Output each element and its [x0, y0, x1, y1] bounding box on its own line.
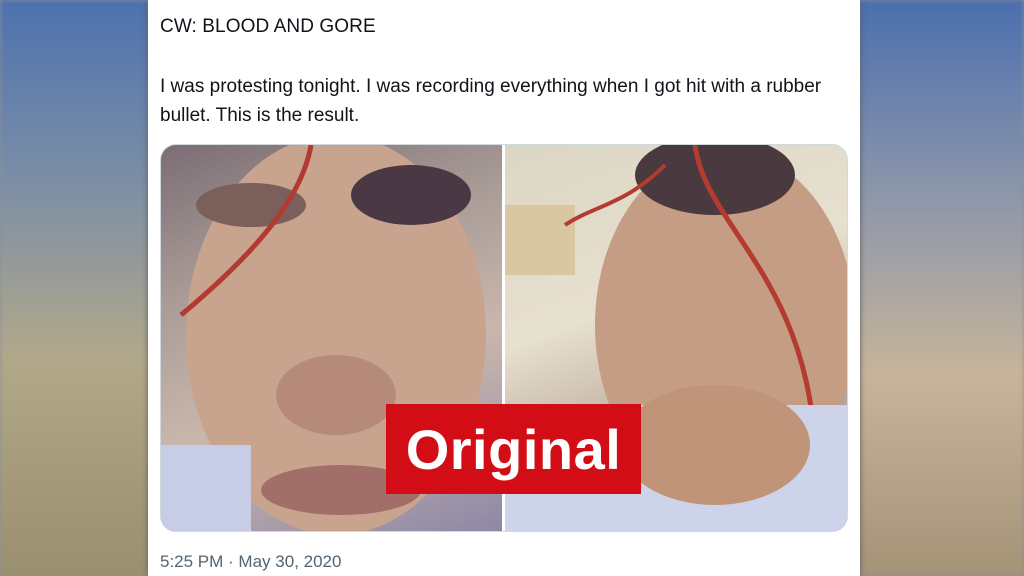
- content-warning: CW: BLOOD AND GORE: [160, 16, 376, 37]
- tweet-text: I was protesting tonight. I was recordin…: [160, 76, 822, 126]
- blurred-background-left: [0, 0, 148, 576]
- tweet-timestamp[interactable]: 5:25 PM · May 30, 2020: [160, 552, 341, 572]
- original-badge: Original: [386, 404, 641, 494]
- blurred-background-right: [860, 0, 1024, 576]
